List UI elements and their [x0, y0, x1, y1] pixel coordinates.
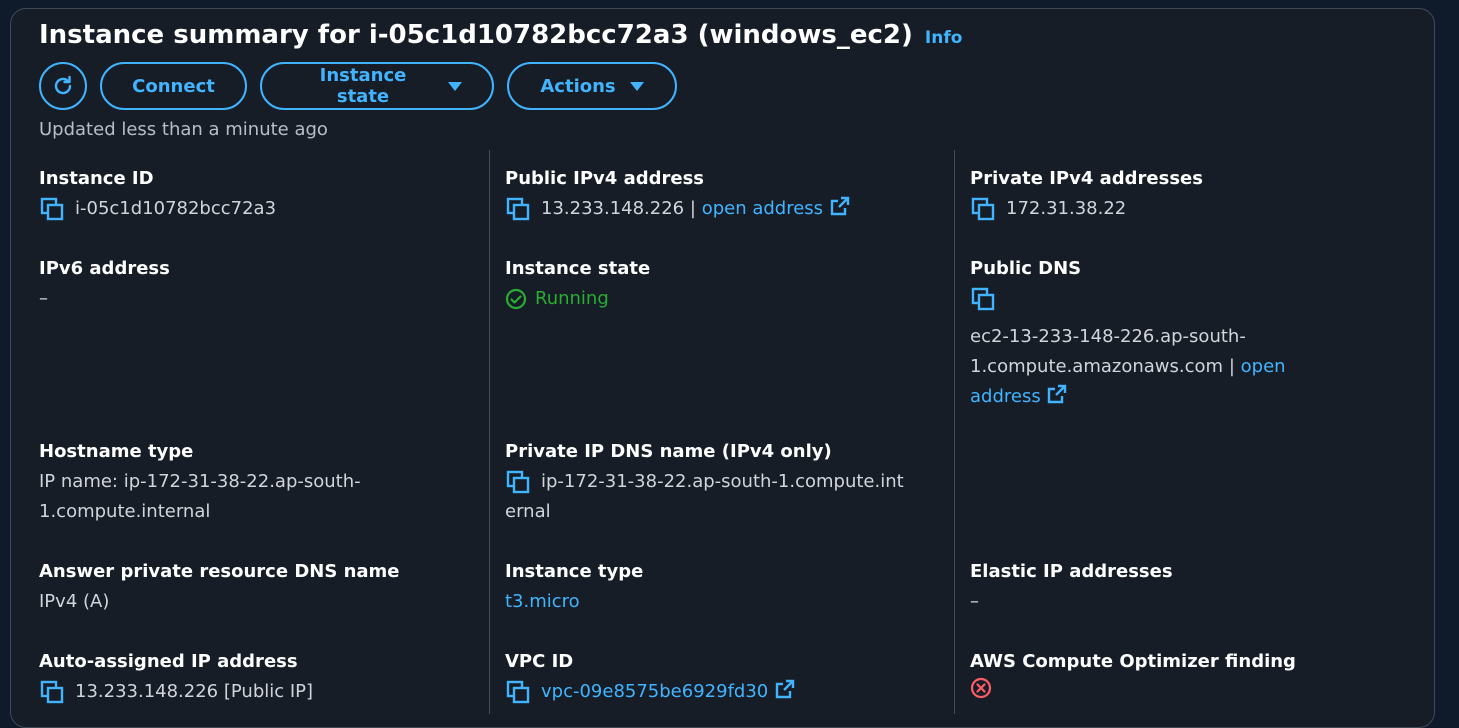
toolbar: Connect Instance state Actions — [39, 62, 677, 110]
field-value: IP name: ip-172-31-38-22.ap-south- 1.com… — [39, 467, 419, 527]
connect-button[interactable]: Connect — [100, 62, 247, 110]
separator: | — [689, 198, 696, 219]
field-elastic-ip: Elastic IP addresses – — [970, 561, 1173, 617]
copy-icon[interactable] — [970, 286, 996, 312]
field-vpc-id: VPC ID vpc-09e8575be6929fd30 — [505, 651, 796, 707]
field-private-ip-dns: Private IP DNS name (IPv4 only) ip-172-3… — [505, 441, 904, 527]
private-ip-dns-line1: ip-172-31-38-22.ap-south-1.compute.int — [541, 471, 904, 492]
external-link-icon — [775, 679, 795, 699]
field-value: 13.233.148.226 | open address — [505, 194, 851, 224]
field-instance-type: Instance type t3.micro — [505, 561, 643, 617]
refresh-button[interactable] — [39, 62, 87, 110]
open-address-link[interactable]: open — [1241, 356, 1286, 377]
open-address-link[interactable]: address — [970, 386, 1041, 407]
field-value: ec2-13-233-148-226.ap-south- 1.compute.a… — [970, 286, 1350, 412]
field-ipv6: IPv6 address – — [39, 258, 170, 314]
field-label: Elastic IP addresses — [970, 561, 1173, 582]
public-ipv4-value: 13.233.148.226 — [541, 198, 685, 219]
private-ipv4-value: 172.31.38.22 — [1006, 198, 1127, 219]
connect-label: Connect — [132, 75, 215, 97]
field-label: Public DNS — [970, 258, 1082, 279]
field-value: i-05c1d10782bcc72a3 — [39, 194, 276, 224]
copy-icon[interactable] — [505, 469, 531, 495]
field-public-ipv4: Public IPv4 address 13.233.148.226 | ope… — [505, 168, 851, 224]
copy-icon[interactable] — [39, 196, 65, 222]
field-value: 13.233.148.226 [Public IP] — [39, 677, 313, 707]
info-link[interactable]: Info — [925, 28, 963, 48]
vpc-id-link[interactable]: vpc-09e8575be6929fd30 — [541, 677, 796, 707]
field-value — [970, 677, 1296, 699]
copy-icon[interactable] — [505, 679, 531, 705]
field-label: Answer private resource DNS name — [39, 561, 400, 582]
field-instance-state: Instance state Running — [505, 258, 650, 314]
field-value: 172.31.38.22 — [970, 194, 1203, 224]
hostname-line2: 1.compute.internal — [39, 501, 211, 522]
field-hostname-type: Hostname type IP name: ip-172-31-38-22.a… — [39, 441, 419, 527]
instance-state-label: Instance state — [319, 65, 407, 107]
field-compute-optimizer: AWS Compute Optimizer finding — [970, 651, 1296, 699]
external-link-icon[interactable] — [1046, 383, 1068, 405]
field-label: Private IP DNS name (IPv4 only) — [505, 441, 832, 462]
updated-text: Updated less than a minute ago — [39, 119, 328, 140]
field-label: Instance type — [505, 561, 644, 582]
public-dns-line1: ec2-13-233-148-226.ap-south- — [970, 326, 1246, 347]
caret-down-icon — [629, 81, 644, 91]
field-instance-id: Instance ID i-05c1d10782bcc72a3 — [39, 168, 276, 224]
caret-down-icon — [448, 81, 462, 91]
open-address-link[interactable]: open address — [702, 196, 851, 219]
field-auto-assigned-ip: Auto-assigned IP address 13.233.148.226 … — [39, 651, 313, 707]
copy-icon[interactable] — [970, 196, 996, 222]
page-title: Instance summary for i-05c1d10782bcc72a3… — [39, 20, 913, 50]
field-label: AWS Compute Optimizer finding — [970, 651, 1296, 672]
field-private-ipv4: Private IPv4 addresses 172.31.38.22 — [970, 168, 1203, 224]
status-running: Running — [535, 288, 609, 309]
error-circle-icon — [970, 677, 992, 699]
field-label: Public IPv4 address — [505, 168, 705, 189]
public-dns-text: ec2-13-233-148-226.ap-south- 1.compute.a… — [970, 322, 1350, 412]
page-header: Instance summary for i-05c1d10782bcc72a3… — [39, 20, 962, 50]
instance-state-dropdown[interactable]: Instance state — [260, 62, 494, 110]
field-label: Instance ID — [39, 168, 154, 189]
actions-label: Actions — [540, 75, 616, 97]
answer-private-dns-value: IPv4 (A) — [39, 591, 110, 612]
field-label: Private IPv4 addresses — [970, 168, 1203, 189]
copy-icon[interactable] — [505, 196, 531, 222]
column-divider — [954, 150, 955, 714]
field-public-dns: Public DNS ec2-13-233-148-226.ap-south- … — [970, 258, 1350, 412]
separator: | — [1228, 356, 1235, 377]
field-label: Auto-assigned IP address — [39, 651, 298, 672]
check-circle-icon — [505, 288, 527, 310]
field-value: Running — [505, 284, 650, 314]
copy-icon[interactable] — [39, 679, 65, 705]
elastic-ip-value: – — [970, 591, 979, 612]
ipv6-value: – — [39, 288, 48, 309]
field-value: ip-172-31-38-22.ap-south-1.compute.int e… — [505, 467, 904, 527]
private-ip-dns-line2: ernal — [505, 501, 551, 522]
field-label: Hostname type — [39, 441, 194, 462]
field-answer-private-dns: Answer private resource DNS name IPv4 (A… — [39, 561, 400, 617]
hostname-line1: IP name: ip-172-31-38-22.ap-south- — [39, 471, 361, 492]
field-value: vpc-09e8575be6929fd30 — [505, 677, 796, 707]
public-dns-line2: 1.compute.amazonaws.com — [970, 356, 1224, 377]
auto-assigned-ip-value: 13.233.148.226 [Public IP] — [75, 681, 314, 702]
field-label: Instance state — [505, 258, 651, 279]
external-link-icon — [830, 196, 849, 216]
instance-type-link[interactable]: t3.micro — [505, 587, 643, 617]
refresh-icon — [54, 75, 72, 95]
field-label: IPv6 address — [39, 258, 170, 279]
field-label: VPC ID — [505, 651, 574, 672]
column-divider — [489, 150, 490, 714]
actions-dropdown[interactable]: Actions — [507, 62, 677, 110]
instance-id-value: i-05c1d10782bcc72a3 — [75, 198, 277, 219]
